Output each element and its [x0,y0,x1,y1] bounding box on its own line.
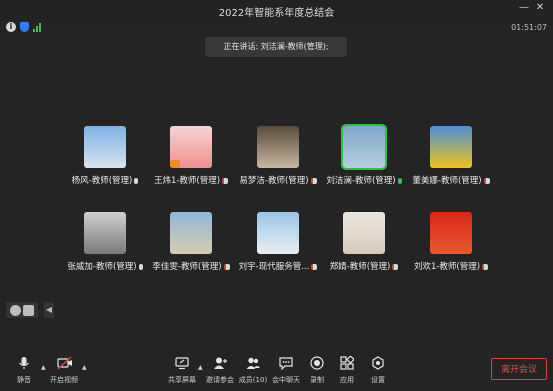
participant-name: 刘洁澜-教师(管理) [319,174,409,186]
participant-tile[interactable]: 杨风-教师(管理) [60,126,150,186]
microphone-icon [17,356,31,370]
collapse-left-icon[interactable]: ◀ [44,302,54,318]
participant-name-text: 刘洁澜-教师(管理) [326,176,396,186]
members-icon [246,356,260,370]
participant-name: 郑婧-教师(管理) [319,260,409,272]
record-icon [310,356,324,370]
participant-name-text: 易梦洁-教师(管理) [239,176,309,186]
participant-tile[interactable]: 李佳雯-教师(管理) [146,212,236,272]
participant-avatar [343,212,385,254]
settings-label: 设置 [371,376,385,384]
emoji-icon[interactable] [10,304,21,316]
participant-name: 刘欢1-教师(管理) [406,260,496,272]
participant-mic-icon [311,263,318,270]
participant-name-text: 刘欢1-教师(管理) [413,262,481,272]
participant-tile[interactable]: 王炜1-教师(管理) [146,126,236,186]
participant-mic-icon [310,177,317,184]
participant-tile[interactable]: 张威加-教师(管理) [60,212,150,272]
participant-name-text: 杨风-教师(管理) [71,176,133,186]
host-badge-icon [170,160,180,168]
participant-tile[interactable]: 易梦洁-教师(管理) [233,126,323,186]
info-icon[interactable]: i [6,22,16,32]
participant-name-text: 刘宇-现代服务管... [238,262,310,272]
gear-icon [371,356,385,370]
participant-name: 易梦洁-教师(管理) [233,174,323,186]
participant-tile[interactable]: 郑婧-教师(管理) [319,212,409,272]
participant-mic-icon [222,177,229,184]
participant-name: 李佳雯-教师(管理) [146,260,236,272]
participant-tile[interactable]: 刘洁澜-教师(管理) [319,124,409,186]
participant-avatar [84,126,126,168]
title-bar: 2022年智能系年度总结会 — ✕ [0,0,553,20]
signal-icon[interactable] [33,22,41,32]
meeting-timer: 01:51:07 [511,23,547,32]
participant-name: 王炜1-教师(管理) [146,174,236,186]
participant-mic-icon [134,177,139,184]
reaction-controls [6,302,38,318]
participant-mic-icon [482,263,489,270]
participant-mic-icon [138,263,143,270]
leave-meeting-button[interactable]: 离开会议 [491,358,547,380]
video-off-icon [57,356,72,370]
screen-share-icon [175,356,189,370]
participant-mic-icon [392,263,399,270]
participant-avatar [170,126,212,168]
close-button[interactable]: ✕ [533,2,547,13]
speaking-indicator: 正在讲话: 刘洁澜-教师(管理); [205,37,347,57]
participant-tile[interactable]: 刘宇-现代服务管... [233,212,323,272]
bottom-toolbar: 静音 ▲ 开启视频 ▲ 共享屏幕 ▲ 邀请参会 成员(10) 会中聊天 录制 应… [0,354,553,391]
video-label: 开启视频 [50,376,78,384]
participant-name: 董美娜-教师(管理) [406,174,496,186]
mute-label: 静音 [17,376,31,384]
status-icons: i [6,22,41,32]
participant-avatar [341,124,387,170]
chat-icon [279,356,293,371]
participant-name-text: 董美娜-教师(管理) [412,176,482,186]
shield-icon[interactable] [20,22,29,32]
share-label: 共享屏幕 [168,376,196,384]
participant-name-text: 李佳雯-教师(管理) [152,262,222,272]
participant-avatar [84,212,126,254]
participant-avatar [430,212,472,254]
participant-avatar [257,212,299,254]
apps-icon [340,355,355,370]
participant-name: 杨风-教师(管理) [60,174,150,186]
settings-button[interactable]: 设置 [358,356,398,385]
video-button[interactable]: 开启视频 [44,356,84,385]
participant-tile[interactable]: 董美娜-教师(管理) [406,126,496,186]
participant-avatar [170,212,212,254]
participant-tile[interactable]: 刘欢1-教师(管理) [406,212,496,272]
participant-name: 刘宇-现代服务管... [233,260,323,272]
participant-avatar [430,126,472,168]
participant-mic-icon [397,177,402,184]
minimize-button[interactable]: — [517,2,531,13]
participant-mic-icon [223,263,230,270]
meeting-title: 2022年智能系年度总结会 [218,8,335,19]
participant-name-text: 郑婧-教师(管理) [329,262,391,272]
share-screen-button[interactable]: 共享屏幕 [162,356,202,385]
video-options-caret[interactable]: ▲ [82,364,87,371]
participant-avatar [257,126,299,168]
add-user-icon [213,356,227,370]
mute-button[interactable]: 静音 [4,356,44,385]
participant-name: 张威加-教师(管理) [60,260,150,272]
participant-name-text: 王炜1-教师(管理) [153,176,221,186]
chat-bubble-icon[interactable] [23,304,34,316]
participant-mic-icon [483,177,490,184]
participant-name-text: 张威加-教师(管理) [67,262,137,272]
